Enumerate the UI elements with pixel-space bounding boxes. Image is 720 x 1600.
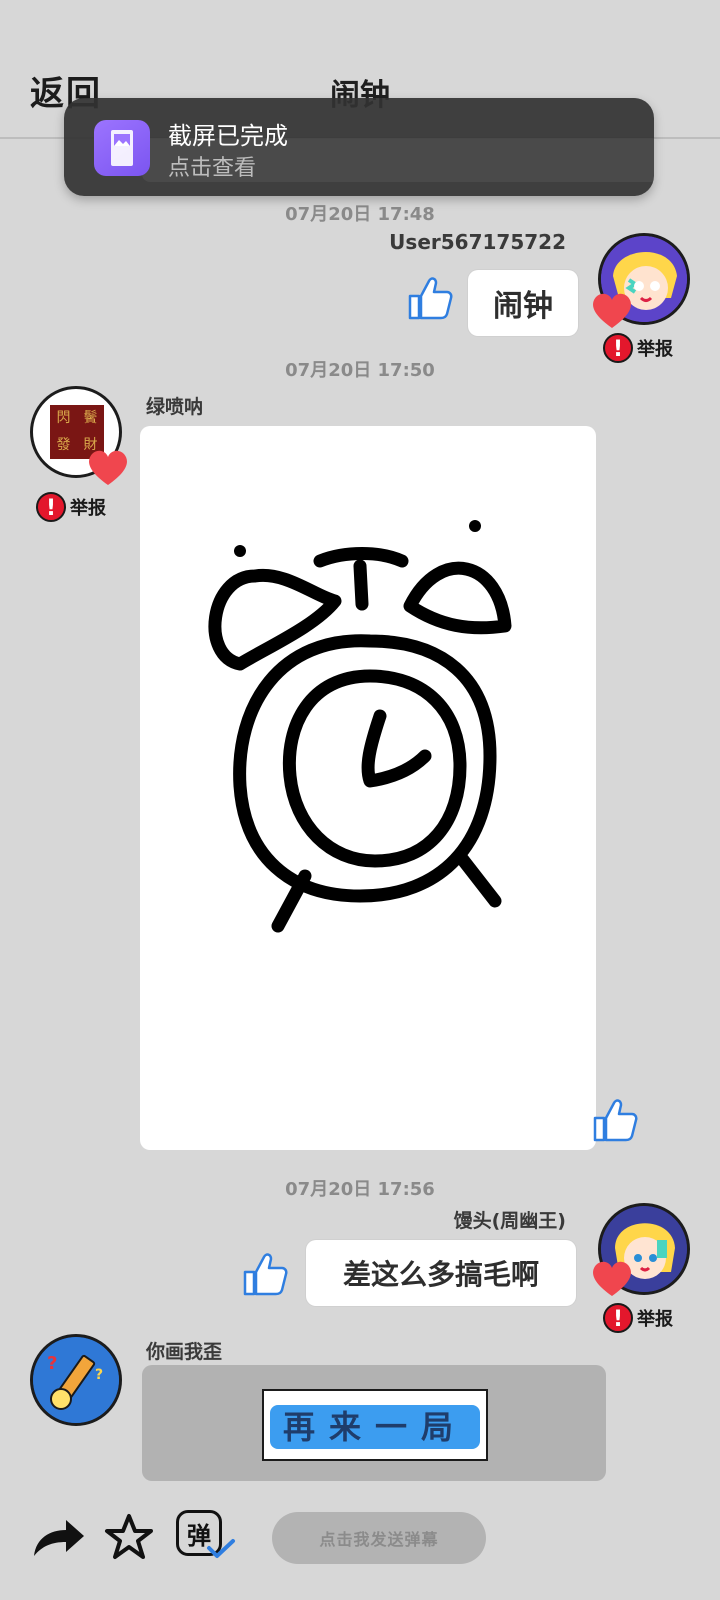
like-thumb-icon[interactable] [240, 1248, 292, 1300]
share-icon[interactable] [30, 1516, 86, 1562]
play-again-label: 再来一局 [282, 1408, 467, 1446]
timestamp: 07月20日 17:50 [285, 360, 435, 381]
svg-text:?: ? [95, 1367, 103, 1383]
game-card: 再来一局 [142, 1365, 606, 1481]
avatar-glyph: 發 [56, 437, 71, 453]
like-thumb-icon[interactable] [590, 1094, 642, 1146]
message-bubble: 差这么多搞毛啊 [306, 1240, 576, 1306]
danmaku-toggle-icon[interactable]: 弹 [176, 1510, 236, 1564]
alert-icon: ! [36, 492, 66, 522]
alert-icon: ! [603, 1303, 633, 1333]
username: User567175722 [389, 230, 566, 254]
avatar[interactable]: ? ? [30, 1334, 122, 1426]
report-label: 举报 [70, 498, 106, 519]
play-again-button[interactable]: 再来一局 [262, 1389, 488, 1461]
avatar-glyph: 鬢 [83, 410, 98, 426]
username: 馒头(周幽王) [453, 1210, 566, 1232]
toast-subtitle: 点击查看 [168, 156, 257, 181]
screenshot-icon [94, 120, 150, 176]
username: 你画我歪 [146, 1341, 223, 1363]
message-bubble: 闹钟 [468, 270, 578, 336]
pencil-game-icon: ? ? [33, 1337, 119, 1423]
drawing-image[interactable] [140, 426, 596, 1150]
danmaku-input[interactable]: 点击我发送弹幕 [272, 1512, 486, 1564]
username: 绿喷呐 [146, 396, 204, 418]
heart-icon [593, 293, 631, 328]
like-thumb-icon[interactable] [405, 272, 457, 324]
star-favorite-icon[interactable] [104, 1512, 154, 1562]
report-label: 举报 [637, 1309, 673, 1330]
heart-icon [593, 1261, 631, 1296]
avatar-glyph: 閃 [56, 410, 71, 426]
heart-icon [89, 450, 127, 485]
report-button[interactable]: ! 举报 [36, 492, 106, 522]
timestamp: 07月20日 17:56 [285, 1179, 435, 1200]
svg-text:?: ? [47, 1353, 57, 1374]
timestamp: 07月20日 17:48 [285, 204, 435, 225]
screenshot-toast[interactable]: 截屏已完成 点击查看 [64, 98, 660, 196]
toast-title: 截屏已完成 [168, 122, 288, 150]
checkmark-icon [207, 1539, 235, 1558]
report-button[interactable]: ! 举报 [603, 1303, 673, 1333]
alarm-clock-drawing [208, 520, 512, 933]
